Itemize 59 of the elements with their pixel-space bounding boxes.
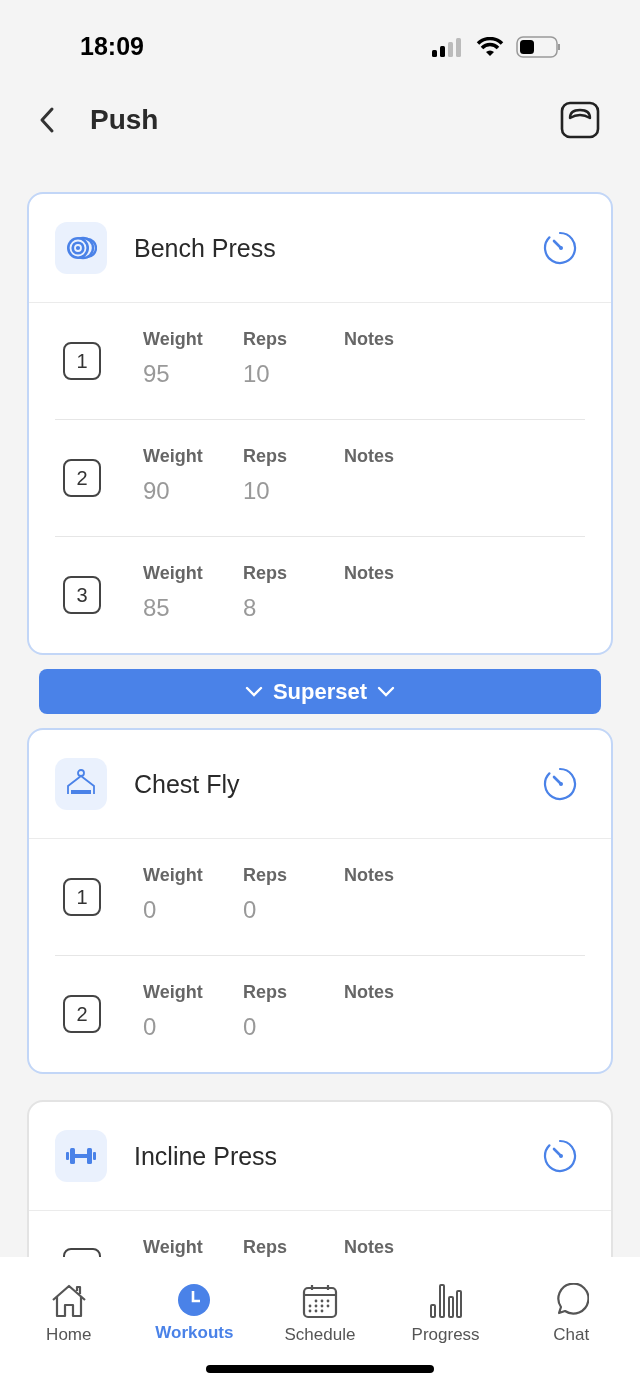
weight-field[interactable]: 90: [143, 477, 213, 505]
dumbbell-icon: [65, 1146, 97, 1166]
notes-label: Notes: [344, 446, 394, 467]
weight-field[interactable]: 0: [143, 896, 213, 924]
reps-label: Reps: [243, 1237, 288, 1258]
notes-label: Notes: [344, 563, 394, 584]
exercise-name: Chest Fly: [134, 769, 241, 799]
set-number: 3: [63, 576, 101, 614]
calendar-icon: [302, 1283, 338, 1319]
clock-icon: [177, 1283, 212, 1317]
scale-icon[interactable]: [560, 101, 600, 139]
wifi-icon: [476, 37, 504, 57]
superset-button[interactable]: Superset: [39, 669, 601, 714]
timer-icon[interactable]: [543, 1139, 577, 1173]
chevron-down-icon: [244, 685, 263, 698]
weight-field[interactable]: 85: [143, 594, 213, 622]
weight-label: Weight: [143, 1237, 204, 1258]
notes-label: Notes: [344, 1237, 394, 1258]
page-title: Push: [90, 104, 160, 136]
tab[interactable]: Home: [6, 1283, 132, 1345]
weight-label: Weight: [143, 982, 204, 1003]
set-number: 2: [63, 995, 101, 1033]
notes-label: Notes: [344, 865, 394, 886]
weight-plates-icon: [65, 234, 97, 262]
chevron-down-icon: [377, 685, 396, 698]
weight-label: Weight: [143, 563, 204, 584]
weight-field[interactable]: 95: [143, 360, 213, 388]
tab[interactable]: Chat: [508, 1283, 634, 1345]
reps-field[interactable]: 0: [243, 1013, 313, 1041]
reps-field[interactable]: 0: [243, 896, 313, 924]
weight-label: Weight: [143, 446, 204, 467]
reps-field[interactable]: 10: [243, 477, 313, 505]
set-number: 1: [63, 342, 101, 380]
set-number: 2: [63, 459, 101, 497]
notes-label: Notes: [344, 982, 394, 1003]
tab[interactable]: Workouts: [131, 1283, 258, 1343]
reps-label: Reps: [243, 329, 288, 350]
weight-label: Weight: [143, 329, 204, 350]
reps-label: Reps: [243, 446, 288, 467]
timer-icon[interactable]: [543, 231, 577, 265]
battery-icon: [516, 36, 562, 58]
tab[interactable]: Schedule: [257, 1283, 383, 1345]
exercise-name: Incline Press: [134, 1141, 279, 1171]
reps-field[interactable]: 8: [243, 594, 313, 622]
reps-field[interactable]: 10: [243, 360, 313, 388]
timer-icon[interactable]: [543, 767, 577, 801]
exercise-name: Bench Press: [134, 233, 277, 263]
notes-label: Notes: [344, 329, 394, 350]
weight-field[interactable]: 0: [143, 1013, 213, 1041]
status-time: 18:09: [80, 32, 144, 61]
bar-chart-icon: [428, 1283, 463, 1319]
tab[interactable]: Progress: [382, 1283, 509, 1345]
signal-icon: [432, 37, 464, 57]
reps-label: Reps: [243, 982, 288, 1003]
weight-label: Weight: [143, 865, 204, 886]
reps-label: Reps: [243, 563, 288, 584]
back-icon[interactable]: [38, 106, 56, 134]
reps-label: Reps: [243, 865, 288, 886]
set-number: 1: [63, 878, 101, 916]
